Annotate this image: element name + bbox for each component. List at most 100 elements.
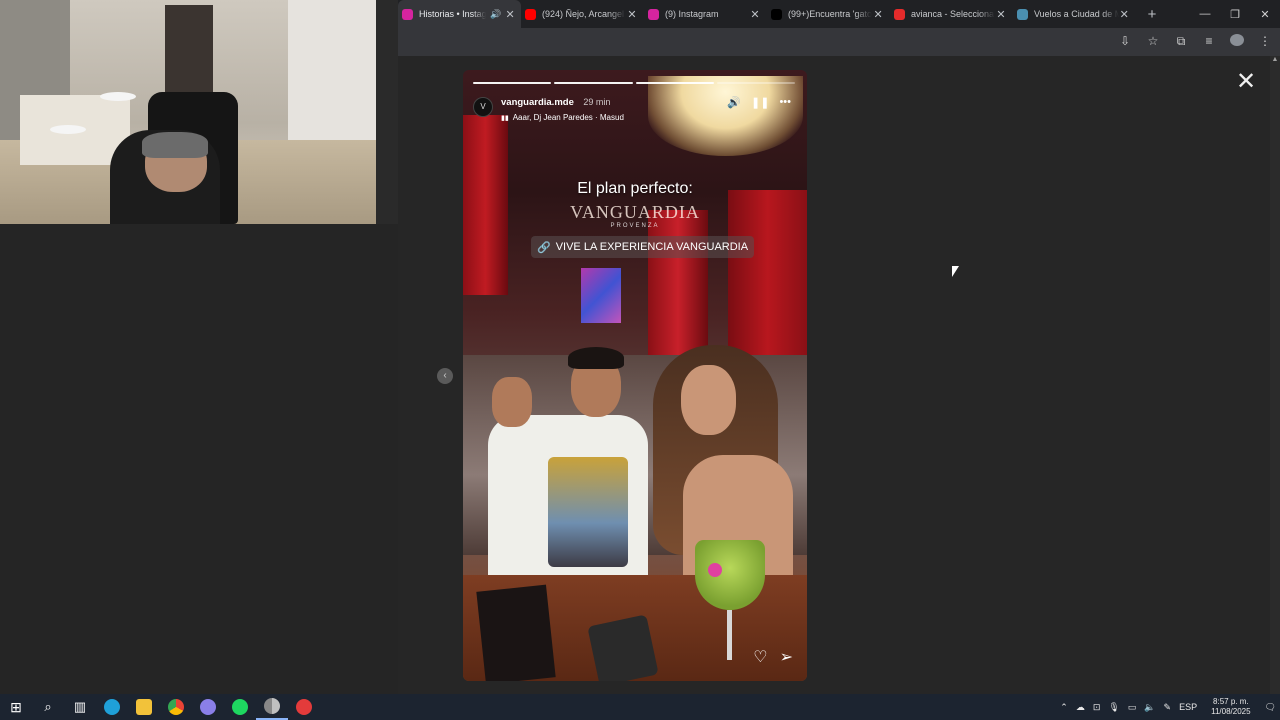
tab-close-icon[interactable]: ✕ [505, 8, 515, 21]
onedrive-icon[interactable]: ☁ [1076, 702, 1085, 713]
story-link-sticker[interactable]: 🔗 VIVE LA EXPERIENCIA VANGUARDIA [531, 236, 755, 258]
new-tab-button[interactable]: + [1140, 6, 1164, 23]
cam-stool [100, 92, 136, 101]
chrome-app[interactable] [160, 694, 192, 720]
tab-close-icon[interactable]: ✕ [1119, 8, 1131, 21]
menu-icon[interactable]: ⋮ [1258, 34, 1272, 49]
tab-avianca[interactable]: avianca - Selecciona ✕ [890, 0, 1013, 28]
story-card[interactable]: V vanguardia.mde 29 min ▮▮ Aaar, Dj Jean… [463, 70, 807, 681]
brand-logo: VANGUARDIA [570, 202, 700, 222]
profile-icon[interactable] [1230, 34, 1244, 49]
task-view-button[interactable]: ▥ [64, 694, 96, 720]
story-header: V vanguardia.mde 29 min ▮▮ Aaar, Dj Jean… [473, 92, 624, 122]
search-button[interactable]: ⌕ [32, 694, 64, 720]
system-tray: ⌃ ☁ ⊡ 🎙 ▭ 🔈 ✎ ESP 8:57 p. m. 11/08/2025 … [1056, 694, 1280, 720]
youtube-favicon-icon [525, 8, 536, 20]
clock-date: 11/08/2025 [1211, 707, 1251, 716]
minimize-button[interactable]: — [1190, 0, 1220, 28]
star-icon[interactable]: ☆ [1146, 34, 1160, 49]
cam-edge [376, 0, 398, 224]
hair [568, 347, 624, 369]
pause-icon[interactable]: ❚❚ [751, 96, 769, 109]
tab-close-icon[interactable]: ✕ [749, 8, 761, 21]
progress-segment [554, 82, 633, 84]
windows-icon: ⊞ [10, 698, 22, 715]
chandelier-image [648, 76, 803, 156]
tab-strip: Historias • Instagram 🔊 ✕ (924) Ñejo, Ar… [398, 0, 1280, 28]
tab-title: (99+)Encuentra 'gato' [788, 9, 873, 19]
chrome-profile-app[interactable] [192, 694, 224, 720]
send-message-icon[interactable]: ➢ [780, 647, 793, 667]
brand-subtitle: PROVENZA [610, 223, 660, 229]
instagram-favicon-icon [402, 8, 413, 20]
webcam-overlay [0, 0, 398, 224]
speaker-icon[interactable]: 🔊 [490, 9, 501, 20]
scrollbar[interactable]: ▲ [1270, 56, 1280, 694]
story-username[interactable]: vanguardia.mde [501, 97, 574, 108]
tab-instagram[interactable]: (9) Instagram ✕ [644, 0, 767, 28]
file-explorer-app[interactable] [128, 694, 160, 720]
person-man-image [488, 345, 648, 590]
tab-title: Historias • Instagram [419, 9, 487, 19]
install-icon[interactable]: ⇩ [1118, 34, 1132, 49]
like-heart-icon[interactable]: ♡ [753, 647, 767, 667]
story-progress [473, 82, 795, 84]
browser-toolbar: ⇩ ☆ ⧉ ≡ ⋮ [398, 28, 1280, 56]
story-song[interactable]: ▮▮ Aaar, Dj Jean Paredes · Masud [501, 113, 624, 122]
close-viewer-icon[interactable]: ✕ [1236, 70, 1256, 94]
restore-button[interactable]: ❐ [1220, 0, 1250, 28]
tiktok-favicon-icon [771, 8, 782, 20]
tab-historias-instagram[interactable]: Historias • Instagram 🔊 ✕ [398, 0, 521, 28]
clock[interactable]: 8:57 p. m. 11/08/2025 [1211, 697, 1250, 717]
media-icon[interactable]: ≡ [1202, 34, 1216, 49]
tab-close-icon[interactable]: ✕ [872, 8, 884, 21]
search-icon: ⌕ [44, 699, 52, 714]
more-options-icon[interactable]: ••• [779, 96, 791, 109]
tab-title: avianca - Selecciona [911, 9, 995, 19]
tab-tiktok[interactable]: (99+)Encuentra 'gato' ✕ [767, 0, 890, 28]
pen-icon[interactable]: ✎ [1164, 702, 1172, 713]
instagram-favicon-icon [648, 8, 659, 20]
extensions-icon[interactable]: ⧉ [1174, 34, 1188, 49]
left-background [0, 224, 398, 694]
avianca-favicon-icon [894, 8, 905, 20]
progress-segment [716, 82, 795, 84]
task-view-icon: ▥ [73, 699, 87, 714]
edge-app[interactable] [96, 694, 128, 720]
window-controls: — ❐ ✕ [1190, 0, 1280, 28]
chrome-active-app[interactable] [256, 694, 288, 720]
cam-stool [50, 125, 86, 134]
toolbar-icons: ⇩ ☆ ⧉ ≡ ⋮ [1118, 34, 1272, 49]
mute-icon[interactable]: 🔊 [727, 96, 741, 109]
avatar[interactable]: V [473, 97, 493, 117]
chrome-icon [168, 699, 184, 715]
story-footer: ♡ ➢ [753, 647, 793, 667]
start-button[interactable]: ⊞ [0, 694, 32, 720]
tab-youtube[interactable]: (924) Ñejo, Arcangel ✕ [521, 0, 644, 28]
mouse-cursor-icon [951, 265, 960, 278]
volume-icon[interactable]: 🔈 [1144, 702, 1155, 713]
spotify-app[interactable] [224, 694, 256, 720]
red-app[interactable] [288, 694, 320, 720]
scroll-up-icon[interactable]: ▲ [1270, 56, 1280, 63]
link-label: VIVE LA EXPERIENCIA VANGUARDIA [555, 241, 749, 253]
app-icon [296, 699, 312, 715]
progress-segment [473, 82, 552, 84]
microphone-icon[interactable]: 🎙 [1108, 702, 1119, 713]
language-indicator[interactable]: ESP [1179, 702, 1197, 712]
notifications-icon[interactable]: 🗨 [1265, 702, 1276, 713]
tab-vuelos[interactable]: Vuelos a Ciudad de M ✕ [1013, 0, 1136, 28]
story-controls: 🔊 ❚❚ ••• [727, 96, 791, 109]
cocktail-stem [727, 610, 732, 660]
menu-book-image [476, 584, 556, 681]
waving-hand [492, 377, 532, 427]
tab-close-icon[interactable]: ✕ [995, 8, 1007, 21]
previous-story-icon[interactable]: ‹ [437, 368, 453, 384]
close-window-button[interactable]: ✕ [1250, 0, 1280, 28]
lights-image [581, 268, 621, 323]
chevron-up-icon[interactable]: ⌃ [1060, 702, 1068, 713]
cocktail-image [695, 540, 765, 610]
network-icon[interactable]: ⊡ [1093, 702, 1101, 713]
tab-close-icon[interactable]: ✕ [626, 8, 638, 21]
display-icon[interactable]: ▭ [1128, 702, 1137, 713]
